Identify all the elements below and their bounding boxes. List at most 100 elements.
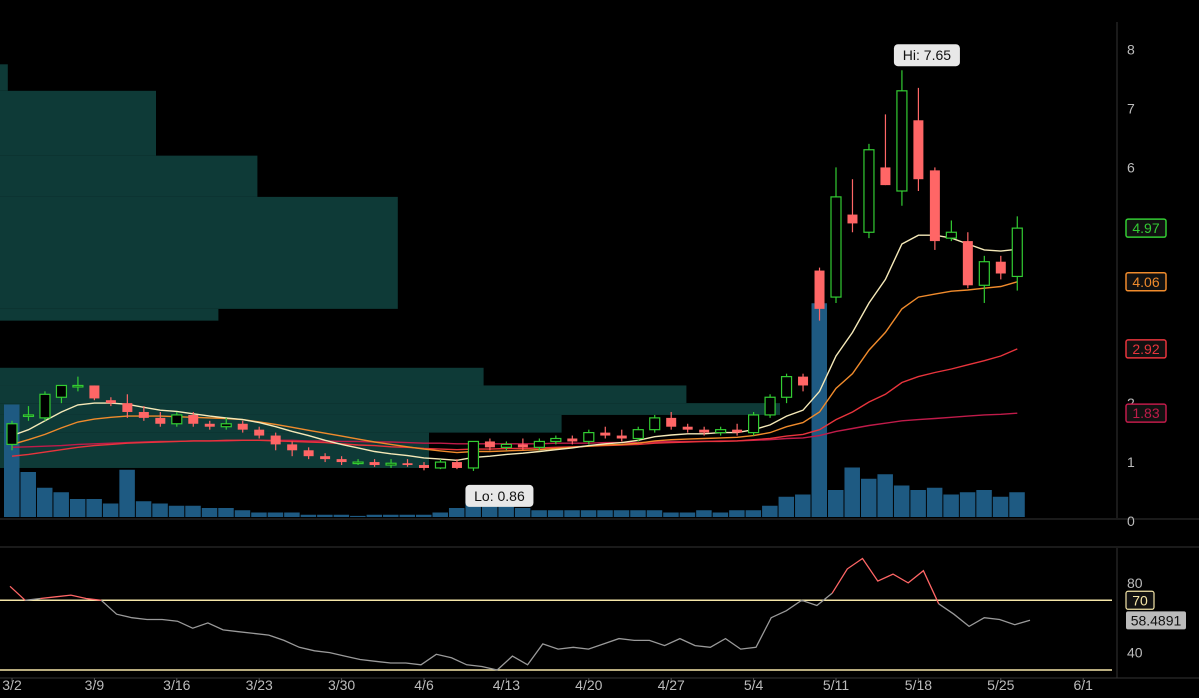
candle <box>995 255 1006 280</box>
candle <box>89 385 100 401</box>
candle <box>649 414 661 433</box>
candles <box>6 70 1023 471</box>
candle-body <box>995 261 1006 274</box>
candle <box>847 179 858 233</box>
rsi-line <box>831 557 940 605</box>
rsi-tick-label: 40 <box>1127 645 1143 661</box>
candle <box>237 420 248 433</box>
candle-body <box>715 429 727 434</box>
candle-body <box>929 170 940 242</box>
candle <box>517 438 528 451</box>
rsi-study-label[interactable]: RSI (14, 70, 30, CLOSE, WILDERS, no) <box>0 526 258 546</box>
volume-bar <box>383 514 399 517</box>
candle <box>204 420 215 430</box>
candle <box>287 441 298 457</box>
candle <box>1011 216 1023 291</box>
volume-bar <box>36 487 53 517</box>
candle <box>747 411 760 436</box>
candle-body <box>254 429 265 436</box>
volume-bar <box>481 505 498 517</box>
candle-body <box>122 403 133 412</box>
symbol-label[interactable]: RXT 3 M 1D [NASDAQ] <box>0 0 162 22</box>
date-tick-label: 4/27 <box>658 677 685 693</box>
volume-bar <box>828 490 844 517</box>
volume-bar <box>877 474 893 517</box>
date-tick-label: 3/16 <box>163 677 190 693</box>
date-tick-label: 5/25 <box>987 677 1014 693</box>
candle-body <box>945 231 957 239</box>
candle <box>567 435 578 445</box>
volume-bar <box>976 490 992 517</box>
candle-body <box>649 417 661 431</box>
date-tick-label: 3/30 <box>328 677 355 693</box>
volume-bar <box>630 510 646 517</box>
candle <box>105 397 116 407</box>
volume-bar <box>20 472 36 517</box>
collapse-icon[interactable]: ⤡ <box>1125 1 1155 21</box>
candle-body <box>798 376 809 386</box>
date-tick-label: 5/11 <box>823 677 849 693</box>
price-tick-label: 8 <box>1127 42 1135 58</box>
low-label: L: 3.91 <box>357 0 413 22</box>
price-tick-label: 3 <box>1127 336 1135 352</box>
hi-label-box <box>893 44 960 67</box>
candle <box>500 441 512 451</box>
study-label[interactable]: MovAvgExponential (CLOSE, 10, 0, no) <box>671 0 931 22</box>
range-label: R: 1.26 <box>471 0 529 22</box>
ema10-line <box>11 234 1018 462</box>
candle-body <box>500 443 512 448</box>
candle <box>798 373 809 392</box>
volume-profile-bar <box>0 385 687 404</box>
candle <box>550 435 562 445</box>
ema100-line <box>11 412 1018 448</box>
volume-bar <box>366 514 383 517</box>
candle <box>434 459 447 470</box>
candle-body <box>780 376 793 398</box>
volume-label[interactable]: Volume <box>529 0 589 22</box>
date-tick-label: 3/2 <box>2 677 22 693</box>
candle-body <box>336 459 347 463</box>
candle <box>600 426 611 439</box>
date-tick-label: 5/18 <box>905 677 932 693</box>
volume-bar <box>284 512 300 517</box>
price-tick-label: 4 <box>1127 277 1135 293</box>
volume-profile-bar <box>0 196 398 309</box>
rsi-line <box>9 585 26 601</box>
volume-bar <box>613 510 630 517</box>
price-tick-label: 2 <box>1127 395 1135 411</box>
candle <box>138 406 149 421</box>
price-chart[interactable]: 8765432104.974.062.921.83 80407058.4891 … <box>0 0 1199 698</box>
volume-bar <box>811 303 828 517</box>
volume-bar <box>564 510 580 517</box>
candle-body <box>962 241 973 286</box>
volume-value: 24,355,602 <box>588 0 672 22</box>
candle <box>467 440 480 471</box>
volume-bar <box>696 510 712 517</box>
candle <box>402 459 413 467</box>
volume-bar <box>416 514 432 517</box>
volume-bar <box>201 508 218 517</box>
price-tick-label: 7 <box>1127 101 1135 117</box>
volume-bar <box>893 485 910 517</box>
candle <box>39 391 51 421</box>
rsi-panel: 80 40 70 58.4891 <box>0 546 1199 678</box>
candle-body <box>467 440 480 469</box>
ema50-line <box>11 348 1018 457</box>
candle-body <box>632 429 644 440</box>
candle-body <box>533 440 545 448</box>
candle-body <box>320 456 331 460</box>
volume-bar <box>152 503 168 517</box>
volume-bar <box>53 492 69 517</box>
candle <box>863 143 875 239</box>
volume-bars <box>4 303 1025 517</box>
candle-body <box>155 417 166 424</box>
volume-bar <box>597 510 613 517</box>
rsi-tick-label: 80 <box>1127 575 1143 591</box>
price-tick-label: 6 <box>1127 159 1135 175</box>
volume-bar <box>102 503 119 517</box>
volume-profile-bar <box>0 432 429 468</box>
candle <box>220 417 232 430</box>
volume-profile-bar <box>0 308 219 321</box>
new-study-link[interactable]: New... <box>971 0 1022 22</box>
candle-body <box>39 393 51 419</box>
